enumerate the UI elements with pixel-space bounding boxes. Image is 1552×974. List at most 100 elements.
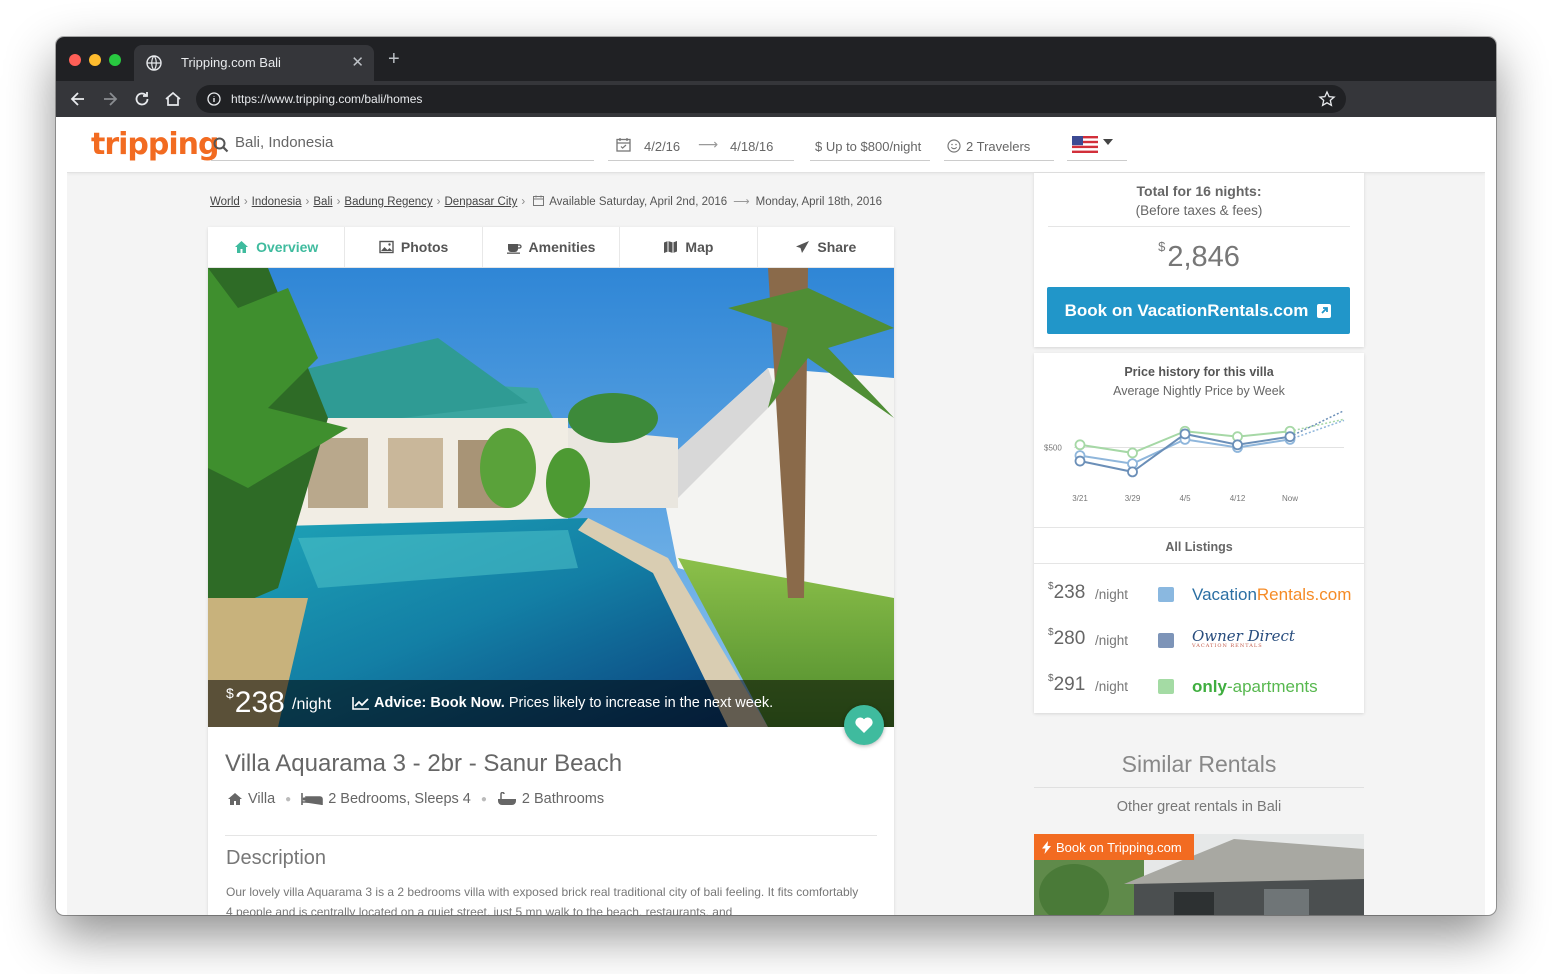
breadcrumb-indonesia[interactable]: Indonesia: [252, 196, 302, 208]
data-point: [1284, 431, 1296, 443]
data-point: [1179, 428, 1191, 440]
reload-icon[interactable]: [132, 89, 152, 109]
ownerdirect-logo[interactable]: Owner Direct VACATION RENTALS: [1192, 627, 1295, 649]
check-out-date[interactable]: 4/18/16: [730, 139, 773, 154]
available-end: Monday, April 18th, 2016: [755, 196, 883, 208]
data-point: [1232, 439, 1243, 451]
close-window-button[interactable]: [69, 54, 81, 66]
us-flag-icon[interactable]: [1072, 136, 1098, 153]
tab-map[interactable]: Map: [620, 227, 758, 267]
hero-price: $238: [226, 685, 285, 719]
smiley-icon: [947, 139, 961, 153]
tab-overview[interactable]: Overview: [208, 227, 346, 267]
travelers-label: 2 Travelers: [966, 139, 1031, 154]
hero-per-night: /night: [292, 696, 332, 713]
check-in-date[interactable]: 4/2/16: [644, 139, 680, 154]
description-text: Our lovely villa Aquarama 3 is a 2 bedro…: [226, 885, 859, 915]
favorite-button[interactable]: [844, 705, 884, 745]
web-page: tripping 4/2/16 ⟶ 4/18/16 $ Up to $800/n…: [67, 117, 1485, 915]
breadcrumb-world[interactable]: World: [210, 196, 240, 208]
search-box[interactable]: [211, 131, 594, 161]
maximize-window-button[interactable]: [109, 54, 121, 66]
forward-icon[interactable]: [100, 89, 120, 109]
close-tab-icon[interactable]: ✕: [351, 53, 364, 71]
home-icon[interactable]: [163, 89, 183, 109]
listing-photo[interactable]: $238 /night Advice: Book Now. Prices lik…: [208, 268, 894, 727]
listing-title: Villa Aquarama 3 - 2br - Sanur Beach: [225, 750, 623, 777]
price-history-subtitle: Average Nightly Price by Week: [1113, 384, 1285, 398]
browser-window: Tripping.com Bali ✕ + https://www.trippi…: [56, 37, 1496, 915]
book-on-tripping-badge[interactable]: Book on Tripping.com: [1034, 834, 1194, 860]
globe-icon: [146, 55, 162, 71]
similar-rentals-subtitle: Other great rentals in Bali: [1116, 799, 1282, 815]
y-tick-label: $500: [1044, 444, 1062, 453]
x-tick-label: Now: [1282, 494, 1298, 503]
site-header: tripping 4/2/16 ⟶ 4/18/16 $ Up to $800/n…: [67, 117, 1485, 173]
divider: [1034, 787, 1364, 788]
total-price-card: Total for 16 nights: (Before taxes & fee…: [1034, 173, 1364, 347]
price-history-chart: $500 3/21 3/29 4/5 4/12 Now: [1044, 409, 1345, 503]
listing-price: $238: [1048, 581, 1086, 603]
tab-share[interactable]: Share: [758, 227, 894, 267]
tab-strip: Tripping.com Bali ✕ +: [56, 37, 1496, 81]
price-advice-bar: $238 /night Advice: Book Now. Prices lik…: [208, 680, 894, 727]
total-price: $2,846: [1158, 239, 1240, 273]
minimize-window-button[interactable]: [89, 54, 101, 66]
info-icon[interactable]: [207, 92, 221, 106]
bathrooms: 2 Bathrooms: [521, 791, 605, 807]
search-input[interactable]: [235, 134, 585, 151]
breadcrumb-bali[interactable]: Bali: [313, 196, 332, 208]
trending-chart-icon: [352, 697, 369, 710]
vacationrentals-logo[interactable]: VacationRentals.com: [1192, 585, 1351, 605]
book-vacationrentals-button[interactable]: Book on VacationRentals.com: [1047, 287, 1350, 334]
date-range-picker[interactable]: 4/2/16 ⟶ 4/18/16: [608, 131, 794, 161]
chevron-down-icon[interactable]: [1103, 139, 1113, 145]
url-text[interactable]: https://www.tripping.com/bali/homes: [231, 92, 422, 106]
divider: [225, 835, 877, 836]
x-tick-label: 4/12: [1230, 494, 1246, 503]
back-icon[interactable]: [68, 89, 88, 109]
listing-unit: /night: [1095, 679, 1129, 694]
external-link-icon: [1317, 303, 1332, 318]
home-icon: [235, 241, 249, 253]
browser-tab[interactable]: Tripping.com Bali ✕: [134, 45, 374, 81]
address-bar[interactable]: https://www.tripping.com/bali/homes: [196, 85, 1346, 113]
listing-row-ownerdirect[interactable]: $280 /night Owner Direct VACATION RENTALS: [1048, 625, 1353, 655]
listing-swatch: [1158, 679, 1174, 694]
listing-swatch: [1158, 587, 1174, 602]
bookmark-star-icon[interactable]: [1318, 90, 1336, 108]
tab-amenities[interactable]: Amenities: [483, 227, 621, 267]
x-tick-label: 3/29: [1125, 494, 1141, 503]
new-tab-button[interactable]: +: [388, 49, 400, 69]
bedrooms-sleeps: 2 Bedrooms, Sleeps 4: [328, 791, 471, 807]
breadcrumb-denpasar-city[interactable]: Denpasar City: [445, 196, 518, 208]
listing-card: Overview Photos Amenities Map Share $238…: [208, 227, 894, 915]
price-history-card: Price history for this villa Average Nig…: [1034, 353, 1364, 713]
listing-row-only-apartments[interactable]: $291 /night only-apartments: [1048, 671, 1353, 701]
price-filter-label: $ Up to $800/night: [815, 139, 922, 154]
x-tick-label: 4/5: [1179, 494, 1191, 503]
property-type: Villa: [248, 791, 276, 807]
bathtub-icon: [497, 792, 516, 805]
villa-pool-image: [208, 268, 894, 727]
listing-tabs: Overview Photos Amenities Map Share: [208, 227, 894, 268]
listing-price: $291: [1048, 673, 1086, 695]
only-apartments-logo[interactable]: only-apartments: [1192, 677, 1318, 697]
taxes-note: (Before taxes & fees): [1135, 203, 1263, 218]
lightning-icon: [1042, 840, 1051, 854]
similar-rental-photo[interactable]: Book on Tripping.com: [1034, 834, 1364, 915]
divider: [1034, 563, 1364, 564]
listing-row-vacationrentals[interactable]: $238 /night VacationRentals.com: [1048, 579, 1353, 609]
tripping-logo[interactable]: tripping: [91, 127, 219, 162]
travelers-selector[interactable]: 2 Travelers: [944, 131, 1054, 161]
send-icon: [796, 241, 810, 253]
available-start: Available Saturday, April 2nd, 2016: [549, 196, 728, 208]
tab-photos[interactable]: Photos: [345, 227, 483, 267]
listing-unit: /night: [1095, 633, 1129, 648]
heart-icon: [855, 717, 873, 733]
price-history-title: Price history for this villa: [1124, 365, 1274, 379]
breadcrumb-badung-regency[interactable]: Badung Regency: [344, 196, 432, 208]
map-icon: [664, 241, 678, 253]
price-filter[interactable]: $ Up to $800/night: [810, 131, 930, 161]
breadcrumb: World › Indonesia › Bali › Badung Regency › Denp…: [210, 195, 883, 208]
